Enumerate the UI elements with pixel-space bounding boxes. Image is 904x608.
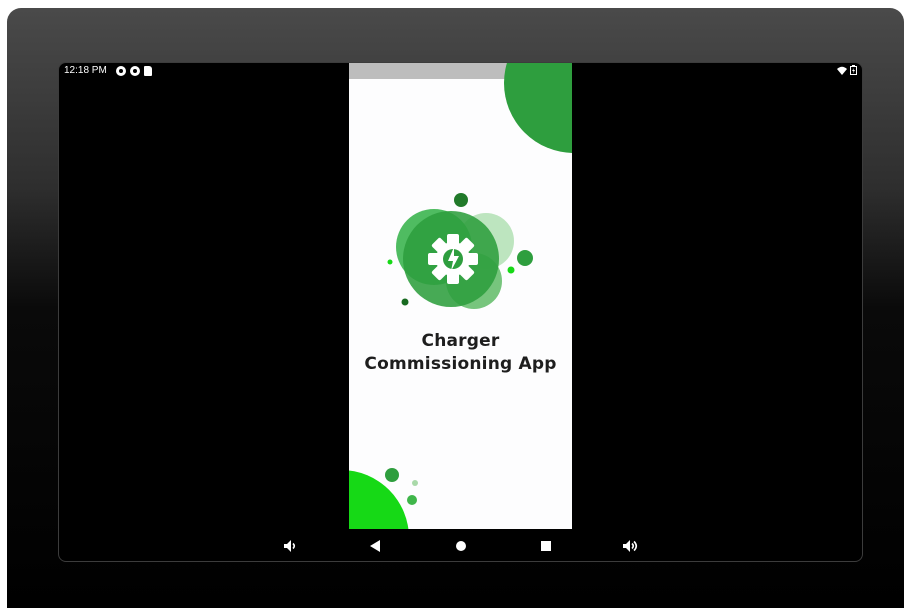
corner-blob-bottom-left bbox=[349, 470, 409, 529]
decor-dot bbox=[507, 266, 515, 274]
app-title-line-1: Charger bbox=[421, 331, 500, 351]
splash-decoration bbox=[349, 63, 572, 529]
volume-up-icon[interactable] bbox=[620, 537, 640, 555]
app-splash-screen: Charger Commissioning App bbox=[349, 63, 572, 529]
decor-dot bbox=[385, 468, 399, 482]
navigation-bar bbox=[59, 529, 862, 561]
status-circle-icon bbox=[130, 66, 140, 76]
decor-dot bbox=[387, 259, 393, 265]
wifi-icon bbox=[837, 66, 847, 75]
back-icon[interactable] bbox=[365, 537, 385, 555]
decor-dot bbox=[517, 250, 533, 266]
app-title-line-2: Commissioning App bbox=[364, 354, 557, 374]
battery-icon bbox=[850, 65, 857, 75]
volume-down-icon[interactable] bbox=[281, 537, 301, 555]
gear-lightning-icon bbox=[428, 234, 478, 284]
sd-card-icon bbox=[144, 66, 152, 76]
corner-blob-top-right bbox=[504, 63, 572, 153]
home-icon[interactable] bbox=[451, 537, 471, 555]
device-screen: 12:18 PM Charger Commissioning App bbox=[58, 62, 863, 562]
decor-dot bbox=[412, 480, 418, 486]
recents-icon[interactable] bbox=[536, 537, 556, 555]
status-circle-icon bbox=[116, 66, 126, 76]
status-notification-icons bbox=[116, 66, 152, 76]
decor-dot bbox=[454, 193, 468, 207]
status-system-icons bbox=[837, 65, 857, 75]
decor-dot bbox=[401, 298, 409, 306]
decor-dot bbox=[407, 495, 417, 505]
status-time: 12:18 PM bbox=[64, 65, 107, 76]
